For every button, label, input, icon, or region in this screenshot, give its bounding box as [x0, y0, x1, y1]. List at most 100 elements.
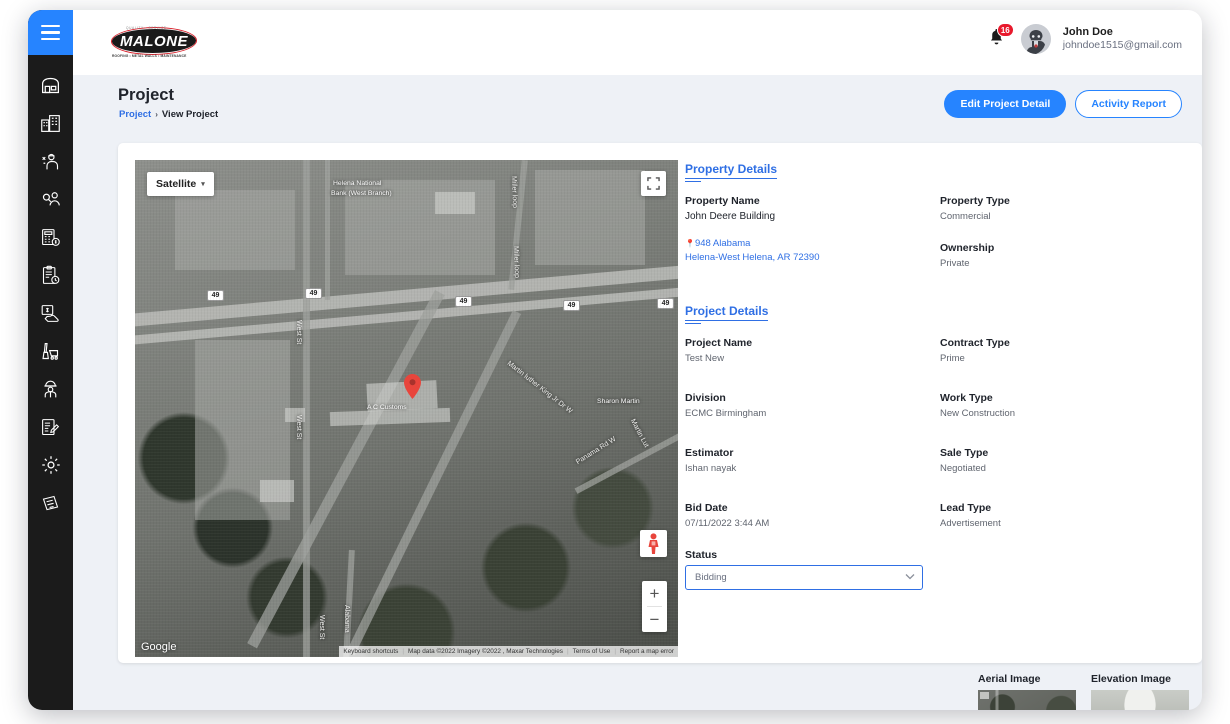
sidebar-item-leads[interactable] — [28, 180, 73, 218]
field-bid-date: Bid Date 07/11/2022 3:44 AM — [685, 502, 940, 529]
brand-logo[interactable]: QUALITY • SERVICE MALONE ROOFING • METAL… — [109, 26, 199, 61]
map-type-label: Satellite — [156, 178, 197, 190]
field-label: Ownership — [940, 242, 995, 254]
sidebar-nav-list — [28, 66, 73, 522]
field-value: Advertisement — [940, 518, 1001, 529]
elevation-image-thumbnail[interactable] — [1091, 690, 1189, 710]
calculator-dollar-icon — [42, 228, 60, 246]
sidebar-item-dashboard[interactable] — [28, 66, 73, 104]
field-value: Negotiated — [940, 463, 986, 474]
project-details-right-column: Contract Type Prime Work Type New Constr… — [940, 337, 1185, 605]
field-project-name: Project Name Test New — [685, 337, 940, 364]
field-label: Property Type — [940, 195, 1010, 207]
street-view-pegman[interactable] — [640, 530, 667, 557]
field-label: Sale Type — [940, 447, 989, 459]
elevation-image-label: Elevation Image — [1091, 673, 1171, 685]
field-sale-type: Sale Type Negotiated — [940, 447, 1185, 474]
user-info[interactable]: John Doe johndoe1515@gmail.com — [1063, 26, 1182, 53]
field-label: Contract Type — [940, 337, 1010, 349]
elevation-image-content — [1091, 690, 1189, 710]
user-area: 16 John Doe johndoe1515@gmail.com — [987, 23, 1182, 54]
document-pen-icon — [42, 418, 60, 435]
map-attribution: Keyboard shortcuts | Map data ©2022 Imag… — [339, 646, 678, 657]
report-map-error-link[interactable]: Report a map error — [620, 648, 674, 655]
field-label: Status — [685, 549, 718, 561]
map-zoom-out-button[interactable]: − — [642, 607, 667, 632]
field-value: New Construction — [940, 408, 1015, 419]
project-details-left-column: Project Name Test New Division ECMC Birm… — [685, 337, 940, 605]
sidebar-item-estimates[interactable] — [28, 218, 73, 256]
field-value: 07/11/2022 3:44 AM — [685, 518, 770, 529]
map-fullscreen-button[interactable] — [641, 171, 666, 196]
map-location-marker[interactable] — [404, 374, 421, 399]
top-bar: QUALITY • SERVICE MALONE ROOFING • METAL… — [73, 10, 1202, 75]
breadcrumb-link-project[interactable]: Project — [119, 109, 151, 120]
page-title: Project — [118, 86, 174, 104]
sidebar-item-materials[interactable] — [28, 332, 73, 370]
breadcrumb-current: View Project — [161, 109, 219, 120]
clipboard-clock-icon — [42, 265, 60, 284]
notifications-button[interactable]: 16 — [987, 23, 1014, 52]
status-select-wrapper: BiddingAwardedLostOn HoldCompleted — [685, 565, 923, 590]
sidebar-item-invoices[interactable] — [28, 294, 73, 332]
map-viewport[interactable]: 49 49 49 49 49 Miller loop Miller loop M… — [135, 160, 678, 657]
field-label: Bid Date — [685, 502, 728, 514]
field-property-type: Property Type Commercial — [940, 195, 1185, 222]
divider: | — [614, 648, 616, 655]
note-stack-icon — [42, 495, 59, 510]
google-logo: Google — [141, 641, 177, 653]
sidebar-item-schedule[interactable] — [28, 256, 73, 294]
field-label: Property Name — [685, 195, 760, 207]
sidebar-item-settings[interactable] — [28, 446, 73, 484]
terms-of-use-link[interactable]: Terms of Use — [573, 648, 611, 655]
field-work-type: Work Type New Construction — [940, 392, 1185, 419]
keyboard-shortcuts-link[interactable]: Keyboard shortcuts — [343, 648, 398, 655]
user-email: johndoe1515@gmail.com — [1062, 39, 1182, 52]
field-value: Prime — [940, 353, 965, 364]
field-contract-type: Contract Type Prime — [940, 337, 1185, 364]
image-thumbnails: Aerial Image Elevation Image — [978, 673, 1189, 710]
map-zoom-controls: + − — [642, 581, 667, 632]
map-data-text: Map data ©2022 Imagery ©2022 , Maxar Tec… — [408, 648, 563, 655]
avatar[interactable] — [1020, 24, 1051, 54]
menu-toggle[interactable] — [28, 10, 73, 55]
aerial-image-content — [978, 690, 1076, 710]
breadcrumb: Project › View Project — [119, 109, 218, 120]
user-name: John Doe — [1062, 25, 1113, 38]
field-lead-type: Lead Type Advertisement — [940, 502, 1185, 529]
menu-toggle-bar — [41, 31, 60, 34]
sidebar-item-contacts[interactable] — [28, 142, 73, 180]
aerial-image-thumbnail[interactable] — [978, 690, 1076, 710]
activity-report-button[interactable]: Activity Report — [1075, 90, 1182, 118]
field-division: Division ECMC Birmingham — [685, 392, 940, 419]
notification-badge: 16 — [996, 23, 1014, 37]
logo-tagline: ROOFING • METAL WALLS • MAINTENANCE — [112, 54, 187, 58]
sidebar-item-properties[interactable] — [28, 104, 73, 142]
avatar-image — [1020, 24, 1051, 54]
field-value: John Deere Building — [685, 211, 776, 222]
invoice-hand-icon — [41, 304, 59, 322]
map-type-selector[interactable]: Satellite ▾ — [147, 172, 214, 196]
map-zoom-in-button[interactable]: + — [642, 581, 667, 606]
worker-contact-icon — [42, 153, 59, 169]
sidebar-item-reports[interactable] — [28, 408, 73, 446]
status-select[interactable]: BiddingAwardedLostOn HoldCompleted — [685, 565, 923, 590]
sidebar-item-documents[interactable] — [28, 484, 73, 522]
field-property-name: Property Name John Deere Building — [685, 195, 940, 222]
project-details-grid: Project Name Test New Division ECMC Birm… — [685, 337, 1185, 605]
warehouse-icon — [42, 77, 59, 93]
details-panel: Property Details Property Name John Deer… — [685, 160, 1185, 657]
sidebar-item-crew[interactable] — [28, 370, 73, 408]
divider: | — [402, 648, 405, 655]
property-address[interactable]: 📍948 Alabama Helena-West Helena, AR 7239… — [685, 237, 940, 266]
pegman-icon — [648, 532, 659, 554]
field-label: Division — [685, 392, 726, 404]
page-header: Project Project › View Project Edit Proj… — [73, 75, 1202, 133]
field-value: Commercial — [940, 211, 991, 222]
property-details-heading: Property Details — [685, 162, 778, 182]
aerial-image-label: Aerial Image — [978, 673, 1041, 685]
sidebar — [28, 10, 73, 710]
property-details-left-column: Property Name John Deere Building 📍948 A… — [685, 195, 940, 284]
menu-toggle-bar — [41, 24, 60, 28]
edit-project-detail-button[interactable]: Edit Project Detail — [944, 90, 1067, 118]
